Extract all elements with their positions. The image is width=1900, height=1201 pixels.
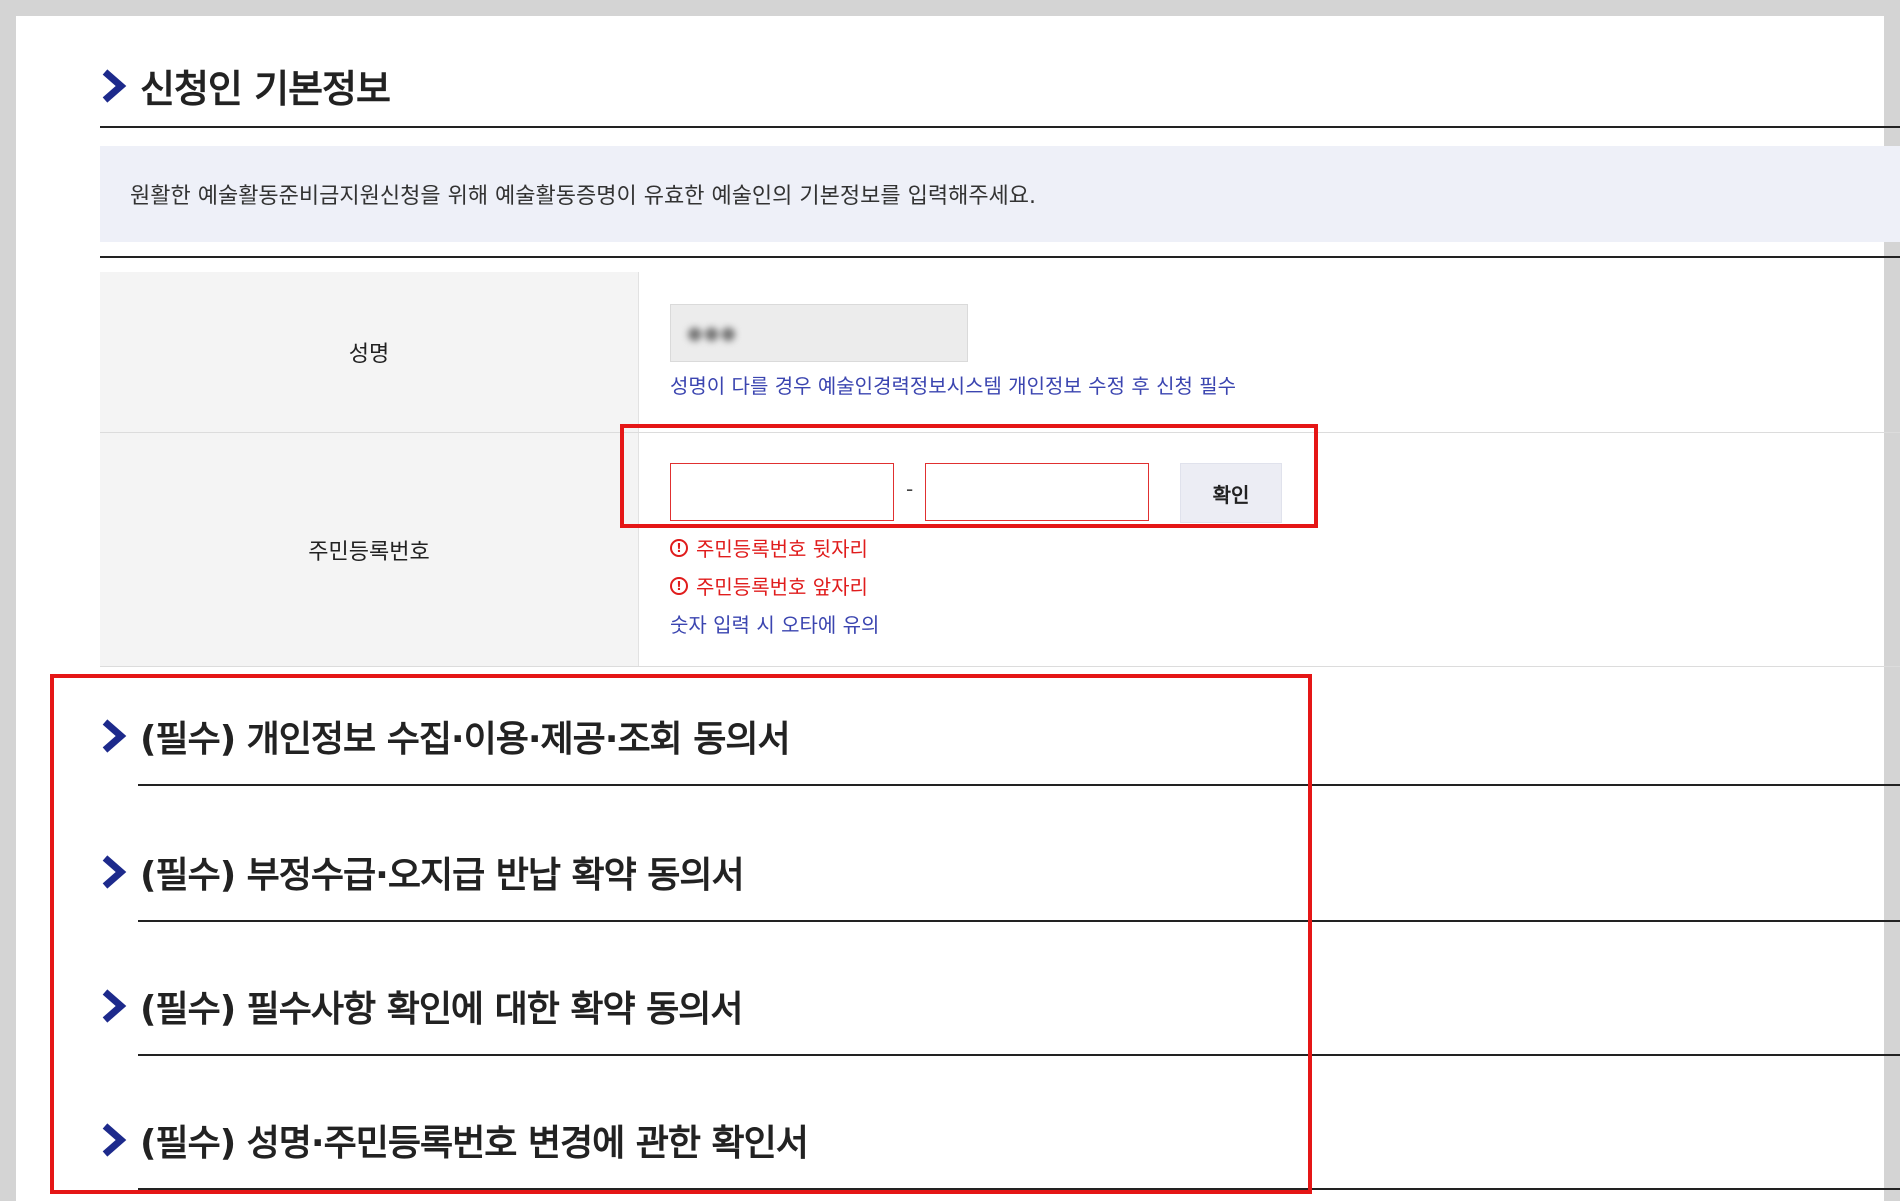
- section-header: 신청인 기본정보: [100, 58, 391, 113]
- name-field: ●●●: [670, 304, 968, 362]
- table-top-border: [100, 256, 1900, 258]
- rrn-error-front: ! 주민등록번호 앞자리: [670, 571, 868, 600]
- rrn-error-back: ! 주민등록번호 뒷자리: [670, 533, 868, 562]
- rrn-error-front-text: 주민등록번호 앞자리: [696, 575, 868, 599]
- page: 신청인 기본정보 원활한 예술활동준비금지원신청을 위해 예술활동증명이 유효한…: [16, 16, 1900, 1201]
- notice-text: 원활한 예술활동준비금지원신청을 위해 예술활동증명이 유효한 예술인의 기본정…: [130, 184, 1037, 209]
- exclamation-circle-icon: !: [670, 576, 688, 595]
- rrn-label: 주민등록번호: [100, 433, 639, 666]
- name-hint: 성명이 다를 경우 예술인경력정보시스템 개인정보 수정 후 신청 필수: [670, 374, 1237, 398]
- name-label: 성명: [100, 272, 639, 432]
- exclamation-circle-icon: !: [670, 538, 688, 557]
- section-divider: [100, 126, 1900, 128]
- rrn-hint: 숫자 입력 시 오타에 유의: [670, 613, 880, 637]
- chevron-right-icon: [102, 68, 127, 103]
- rrn-highlight-box: [620, 424, 1318, 528]
- name-value-blurred: ●●●: [687, 322, 738, 344]
- rrn-error-back-text: 주민등록번호 뒷자리: [696, 537, 868, 561]
- section-title: 신청인 기본정보: [140, 67, 391, 111]
- table-row-name: 성명 ●●● 성명이 다를 경우 예술인경력정보시스템 개인정보 수정 후 신청…: [100, 272, 1900, 433]
- consents-highlight-box: [50, 674, 1312, 1194]
- notice-box: 원활한 예술활동준비금지원신청을 위해 예술활동증명이 유효한 예술인의 기본정…: [100, 146, 1900, 242]
